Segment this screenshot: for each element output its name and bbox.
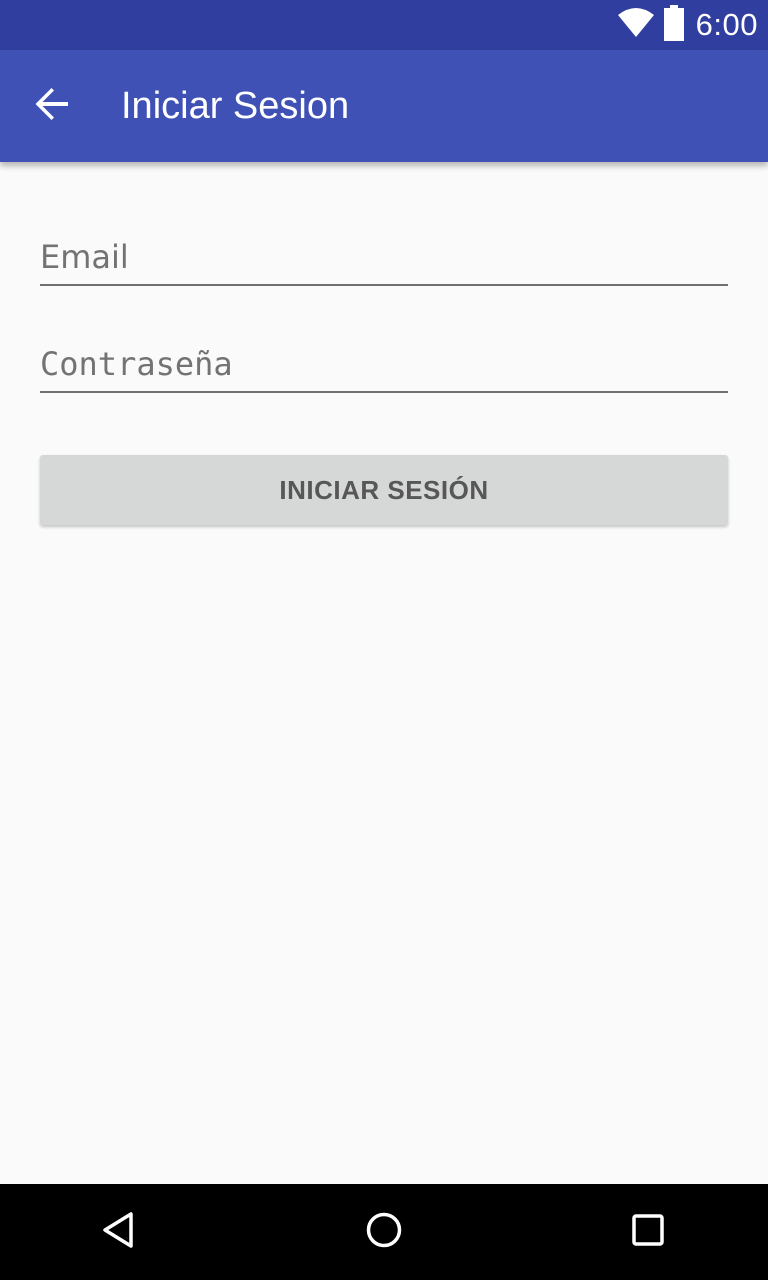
back-button[interactable]	[24, 78, 80, 134]
nav-back-icon	[98, 1208, 142, 1256]
login-screen: 6:00 Iniciar Sesion INICIAR SESIÓN	[0, 0, 768, 1280]
nav-back-button[interactable]	[90, 1202, 150, 1262]
arrow-back-icon	[32, 84, 72, 128]
status-time: 6:00	[695, 7, 758, 42]
email-field[interactable]	[40, 230, 728, 286]
nav-home-button[interactable]	[354, 1202, 414, 1262]
status-bar: 6:00	[0, 0, 768, 50]
password-field[interactable]	[40, 337, 728, 393]
nav-recents-button[interactable]	[618, 1202, 678, 1262]
nav-recents-icon	[626, 1208, 670, 1256]
page-title: Iniciar Sesion	[121, 85, 350, 127]
nav-home-icon	[362, 1208, 406, 1256]
status-icons: 6:00	[616, 0, 758, 50]
app-bar: Iniciar Sesion	[0, 50, 768, 162]
wifi-icon	[616, 3, 662, 47]
login-button[interactable]: INICIAR SESIÓN	[40, 455, 728, 525]
battery-icon	[662, 3, 696, 47]
navigation-bar	[0, 1184, 768, 1280]
